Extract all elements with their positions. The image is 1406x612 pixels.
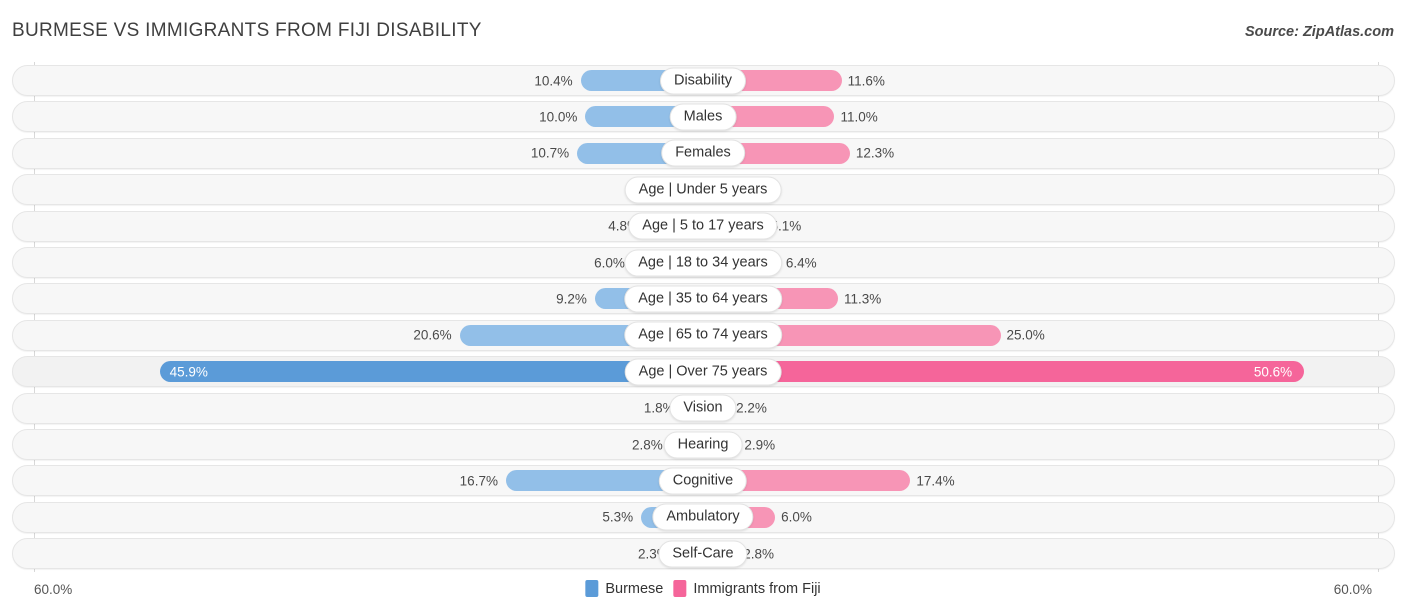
value-label-burmese: 10.7% — [530, 145, 570, 161]
value-label-burmese: 9.2% — [556, 291, 587, 307]
value-label-immigrants-from-fiji: 11.6% — [847, 73, 885, 88]
page-title: BURMESE VS IMMIGRANTS FROM FIJI DISABILI… — [12, 20, 482, 41]
value-label-burmese: 5.3% — [602, 509, 634, 525]
chart-row: 10.4% 11.6% Disability — [12, 65, 1395, 96]
value-label-immigrants-from-fiji: 25.0% — [1006, 327, 1045, 343]
chart-row: 20.6% 25.0% Age | 65 to 74 years — [12, 319, 1395, 351]
value-label-immigrants-from-fiji: 2.8% — [743, 546, 774, 562]
value-label-burmese: 10.0% — [539, 109, 578, 125]
value-label-immigrants-from-fiji: 11.3% — [844, 291, 882, 307]
chart-row: 1.8% 2.2% Vision — [12, 392, 1395, 424]
value-label-burmese: 6.0% — [594, 255, 625, 270]
legend-swatch-icon — [585, 580, 599, 597]
value-label-immigrants-from-fiji: 6.4% — [785, 255, 817, 270]
value-label-burmese: 20.6% — [413, 327, 452, 343]
value-label-immigrants-from-fiji: 50.6% — [1253, 364, 1293, 380]
category-label: Cognitive — [658, 467, 748, 495]
chart-legend: Burmese Immigrants from Fiji — [585, 580, 821, 597]
category-label: Age | 35 to 64 years — [624, 285, 782, 313]
legend-swatch-icon — [673, 580, 687, 597]
value-label-immigrants-from-fiji: 11.0% — [840, 109, 878, 125]
value-label-immigrants-from-fiji: 2.9% — [744, 437, 776, 452]
category-label: Hearing — [663, 431, 743, 458]
legend-label: Immigrants from Fiji — [693, 580, 821, 597]
chart-row: 2.8% 2.9% Hearing — [12, 429, 1395, 460]
chart-row: 10.7% 12.3% Females — [12, 137, 1395, 169]
category-label: Ambulatory — [652, 503, 754, 531]
category-label: Age | 18 to 34 years — [624, 249, 782, 276]
chart-row: 5.3% 6.0% Ambulatory — [12, 501, 1395, 533]
chart-row: 16.7% 17.4% Cognitive — [12, 465, 1395, 497]
value-label-immigrants-from-fiji: 17.4% — [916, 473, 955, 489]
value-label-immigrants-from-fiji: 6.0% — [781, 509, 812, 525]
chart-row: 45.9% 50.6% Age | Over 75 years — [12, 356, 1395, 388]
chart-row: 10.0% 11.0% Males — [12, 101, 1395, 133]
chart-plot-area: 10.4% 11.6% Disability 10.0% 11.0% Males 10.7%… — [0, 62, 1406, 572]
chart-row: 9.2% 11.3% Age | 35 to 64 years — [12, 283, 1395, 315]
category-label: Age | Over 75 years — [624, 358, 782, 386]
category-label: Self-Care — [658, 540, 748, 568]
category-label: Disability — [659, 67, 747, 94]
value-label-burmese: 16.7% — [459, 473, 498, 489]
bar-immigrants-from-fiji — [704, 361, 1305, 383]
value-label-immigrants-from-fiji: 2.2% — [736, 400, 767, 416]
category-label: Females — [661, 139, 745, 167]
value-label-burmese: 2.8% — [632, 437, 663, 452]
source-attribution: Source: ZipAtlas.com — [1244, 24, 1394, 40]
chart-row: 6.0% 6.4% Age | 18 to 34 years — [12, 247, 1395, 278]
value-label-burmese: 10.4% — [534, 73, 573, 88]
axis-label-right: 60.0% — [1333, 582, 1372, 597]
category-label: Age | Under 5 years — [624, 176, 782, 204]
chart-footer: 60.0% 60.0% Burmese Immigrants from Fiji — [0, 572, 1406, 612]
bar-burmese — [159, 361, 704, 383]
chart-row: 2.3% 2.8% Self-Care — [12, 538, 1395, 570]
value-label-immigrants-from-fiji: 12.3% — [855, 145, 895, 161]
category-label: Vision — [669, 394, 737, 422]
category-label: Age | 5 to 17 years — [628, 212, 778, 240]
category-label: Males — [669, 103, 737, 131]
legend-label: Burmese — [605, 580, 664, 597]
value-label-burmese: 45.9% — [169, 364, 208, 380]
chart-row: 4.8% 5.1% Age | 5 to 17 years — [12, 210, 1395, 242]
category-label: Age | 65 to 74 years — [624, 321, 782, 349]
legend-item[interactable]: Immigrants from Fiji — [673, 580, 821, 597]
legend-item[interactable]: Burmese — [585, 580, 663, 597]
chart-row: 1.1%0.92%Age | Under 5 years — [12, 174, 1395, 206]
axis-label-left: 60.0% — [34, 582, 73, 597]
